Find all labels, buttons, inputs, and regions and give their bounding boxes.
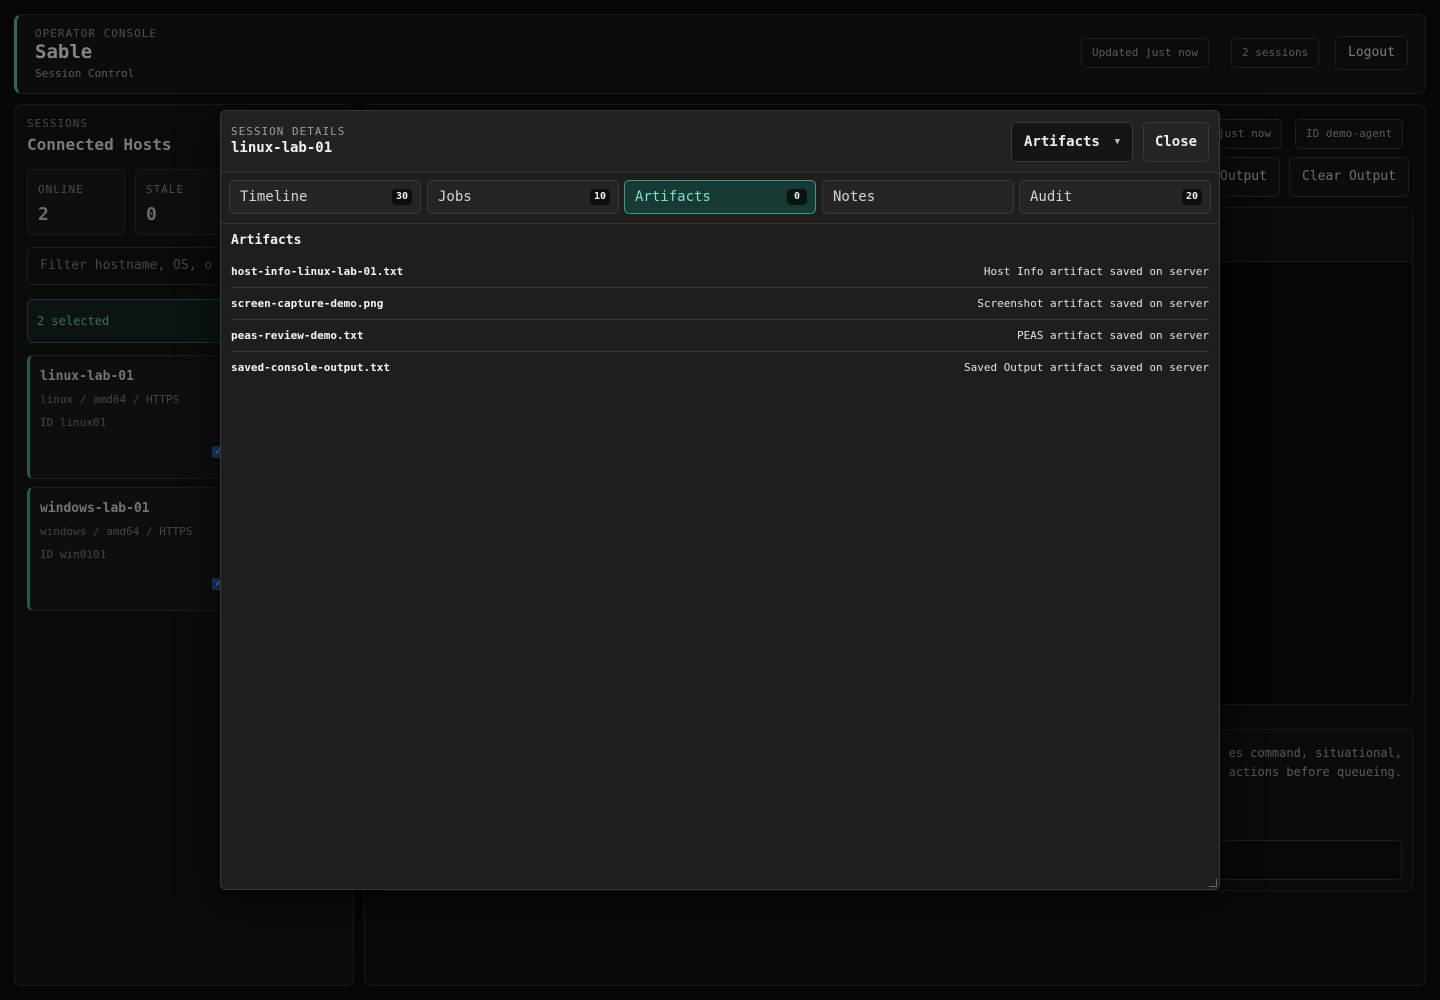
tab-count-badge: 30 — [391, 189, 412, 205]
stat-online: ONLINE 2 — [27, 169, 125, 235]
tab-label: Timeline — [240, 189, 308, 205]
resize-grip-icon[interactable] — [1209, 879, 1217, 887]
tab-notes[interactable]: Notes — [822, 180, 1014, 214]
header-subtitle: Session Control — [35, 67, 135, 80]
host-meta: windows / amd64 / HTTPS — [40, 525, 193, 538]
session-details-modal: SESSION DETAILS linux-lab-01 Artifacts ▼… — [220, 110, 1220, 890]
app-brand: Sable — [35, 41, 93, 63]
artifact-description: PEAS artifact saved on server — [1016, 329, 1209, 342]
artifact-description: Saved Output artifact saved on server — [963, 361, 1209, 374]
modal-kicker: SESSION DETAILS — [231, 125, 346, 138]
tab-jobs[interactable]: Jobs 10 — [427, 180, 619, 214]
sidebar-kicker: SESSIONS — [27, 117, 88, 130]
stat-value: 2 — [38, 204, 49, 225]
artifact-description: Screenshot artifact saved on server — [977, 297, 1209, 310]
caret-down-icon: ▼ — [1114, 137, 1120, 147]
tab-audit[interactable]: Audit 20 — [1019, 180, 1211, 214]
tab-label: Notes — [833, 189, 876, 205]
section-title: Artifacts — [231, 233, 302, 248]
agent-id-badge: ID demo-agent — [1295, 119, 1404, 149]
host-name: linux-lab-01 — [40, 369, 134, 384]
host-name: windows-lab-01 — [40, 501, 150, 516]
sidebar-title: Connected Hosts — [27, 135, 172, 154]
header-kicker: OPERATOR CONSOLE — [35, 27, 157, 40]
app-header: OPERATOR CONSOLE Sable Session Control U… — [14, 14, 1426, 94]
tab-artifacts[interactable]: Artifacts 0 — [624, 180, 816, 214]
stat-stale: STALE 0 — [135, 169, 233, 235]
artifact-row[interactable]: peas-review-demo.txt PEAS artifact saved… — [231, 320, 1209, 352]
artifact-description: Host Info artifact saved on server — [983, 265, 1209, 278]
modal-title: linux-lab-01 — [231, 140, 333, 156]
artifact-row[interactable]: screen-capture-demo.png Screenshot artif… — [231, 288, 1209, 320]
stat-label: STALE — [146, 183, 185, 196]
clear-output-button[interactable]: Clear Output — [1289, 157, 1409, 197]
host-id: ID linux01 — [40, 416, 107, 429]
artifact-row[interactable]: host-info-linux-lab-01.txt Host Info art… — [231, 256, 1209, 288]
artifact-filename: screen-capture-demo.png — [231, 297, 384, 310]
divider — [221, 223, 1219, 224]
updated-status: Updated just now — [1081, 38, 1209, 68]
stat-label: ONLINE — [38, 183, 84, 196]
logout-button[interactable]: Logout — [1335, 36, 1408, 70]
stat-value: 0 — [146, 204, 157, 225]
tab-label: Jobs — [438, 189, 472, 205]
artifact-filename: saved-console-output.txt — [231, 361, 390, 374]
session-count: 2 sessions — [1231, 38, 1320, 68]
tab-label: Artifacts — [635, 189, 711, 205]
artifact-row[interactable]: saved-console-output.txt Saved Output ar… — [231, 352, 1209, 384]
artifact-list: host-info-linux-lab-01.txt Host Info art… — [231, 256, 1209, 384]
tab-count-badge: 20 — [1181, 189, 1202, 205]
tab-timeline[interactable]: Timeline 30 — [229, 180, 421, 214]
view-select[interactable]: Artifacts ▼ — [1011, 122, 1133, 162]
host-id: ID win0101 — [40, 548, 107, 561]
artifact-filename: host-info-linux-lab-01.txt — [231, 265, 404, 278]
view-select-value: Artifacts — [1024, 134, 1100, 150]
detail-tabs: Timeline 30 Jobs 10 Artifacts 0 Notes Au… — [229, 180, 1213, 214]
close-button[interactable]: Close — [1143, 122, 1209, 162]
tab-label: Audit — [1030, 189, 1073, 205]
host-meta: linux / amd64 / HTTPS — [40, 393, 180, 406]
modal-header: SESSION DETAILS linux-lab-01 Artifacts ▼… — [221, 111, 1219, 173]
artifact-filename: peas-review-demo.txt — [231, 329, 364, 342]
tab-count-badge: 0 — [787, 189, 807, 205]
tab-count-badge: 10 — [589, 189, 610, 205]
